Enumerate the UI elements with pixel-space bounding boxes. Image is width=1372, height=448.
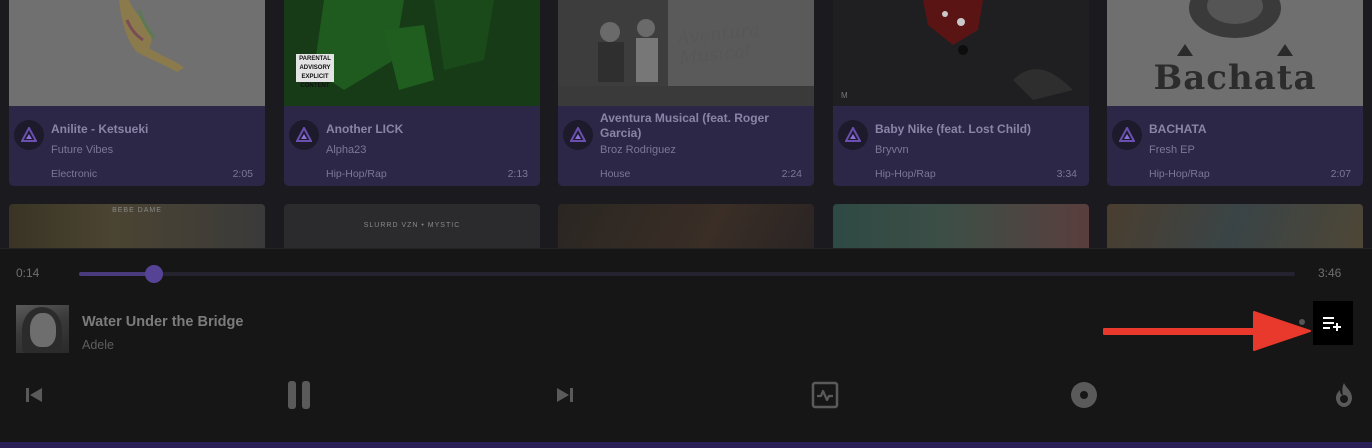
album-art-badge: M (841, 91, 848, 100)
track-artist[interactable]: Bryvvn (875, 144, 909, 156)
artist-avatar (1112, 120, 1142, 150)
album-art (9, 0, 265, 106)
annotation-arrow (1103, 311, 1311, 351)
track-title[interactable]: Another LICK (326, 122, 531, 137)
cover-face (30, 313, 56, 347)
track-card[interactable]: M Baby Nike (feat. Lost Child) Bryvvn Hi… (833, 0, 1089, 186)
elapsed-time: 0:14 (16, 266, 40, 280)
track-genre: Electronic (51, 168, 98, 180)
track-card[interactable]: Aventura Musical Aventura Musical (feat.… (558, 0, 814, 186)
add-to-queue-button[interactable] (1313, 301, 1353, 345)
track-duration: 2:24 (781, 168, 802, 180)
track-info: Anilite - Ketsueki Future Vibes Electron… (9, 106, 265, 186)
track-duration: 2:05 (232, 168, 253, 180)
track-artist[interactable]: Fresh EP (1149, 144, 1195, 156)
album-art-text: Bachata (1153, 58, 1317, 98)
track-card-partial[interactable]: SLURRD VZN • MYSTIC (284, 204, 540, 248)
seek-bar[interactable] (79, 265, 1295, 283)
track-artist[interactable]: Future Vibes (51, 144, 113, 156)
artist-avatar (14, 120, 44, 150)
track-info: Another LICK Alpha23 Hip-Hop/Rap 2:13 (284, 106, 540, 186)
playlist-add-icon (1323, 317, 1341, 331)
pause-button[interactable] (282, 377, 316, 413)
track-info: BACHATA Fresh EP Hip-Hop/Rap 2:07 (1107, 106, 1363, 186)
activity-button[interactable] (810, 377, 840, 413)
now-playing-title[interactable]: Water Under the Bridge (82, 314, 243, 330)
activity-pulse-icon (811, 381, 839, 409)
track-duration: 2:07 (1330, 168, 1351, 180)
artist-avatar (289, 120, 319, 150)
track-grid: Anilite - Ketsueki Future Vibes Electron… (0, 0, 1372, 248)
track-artist[interactable]: Broz Rodriguez (600, 144, 676, 156)
player-bar: 0:14 3:46 Water Under the Bridge Adele (0, 248, 1372, 448)
track-genre: Hip-Hop/Rap (1149, 168, 1210, 180)
album-art-text: SLURRD VZN • MYSTIC (363, 222, 461, 229)
track-card[interactable]: PARENTAL ADVISORY EXPLICIT CONTENT Anoth… (284, 0, 540, 186)
album-art-text: BEBE DAME (112, 207, 162, 214)
album-art: PARENTAL ADVISORY EXPLICIT CONTENT (284, 0, 540, 106)
skip-next-icon (557, 388, 573, 402)
track-artist[interactable]: Alpha23 (326, 144, 366, 156)
artist-avatar (563, 120, 593, 150)
track-genre: House (600, 168, 631, 180)
flame-icon (1336, 383, 1352, 407)
previous-button[interactable] (20, 377, 48, 413)
pause-icon (288, 381, 310, 409)
track-duration: 2:13 (507, 168, 528, 180)
skip-previous-icon (26, 388, 42, 402)
track-duration: 3:34 (1056, 168, 1077, 180)
disc-icon (1071, 382, 1097, 408)
seek-bar-thumb[interactable] (145, 265, 164, 283)
next-button[interactable] (551, 377, 579, 413)
total-time: 3:46 (1318, 266, 1342, 280)
track-card-partial[interactable] (558, 204, 814, 248)
track-genre: Hip-Hop/Rap (875, 168, 936, 180)
track-card[interactable]: Bachata BACHATA Fresh EP Hip-Hop/Rap 2:0… (1107, 0, 1363, 186)
flame-button[interactable] (1330, 377, 1358, 413)
album-art: M (833, 0, 1089, 106)
now-playing-artist[interactable]: Adele (82, 338, 114, 352)
track-title[interactable]: Aventura Musical (feat. Roger Garcia) (600, 111, 805, 141)
disc-button[interactable] (1068, 377, 1100, 413)
track-card[interactable]: Anilite - Ketsueki Future Vibes Electron… (9, 0, 265, 186)
parental-advisory-label: PARENTAL ADVISORY EXPLICIT CONTENT (296, 54, 334, 89)
track-info: Baby Nike (feat. Lost Child) Bryvvn Hip-… (833, 106, 1089, 186)
album-art: Bachata (1107, 0, 1363, 106)
seek-bar-fill (79, 272, 155, 276)
track-title[interactable]: Anilite - Ketsueki (51, 122, 256, 137)
track-card-partial[interactable] (833, 204, 1089, 248)
bottom-accent-strip (0, 442, 1372, 448)
track-card-partial[interactable]: BEBE DAME (9, 204, 265, 248)
track-title[interactable]: Baby Nike (feat. Lost Child) (875, 122, 1080, 137)
track-card-partial[interactable] (1107, 204, 1363, 248)
track-info: Aventura Musical (feat. Roger Garcia) Br… (558, 106, 814, 186)
artist-avatar (838, 120, 868, 150)
track-genre: Hip-Hop/Rap (326, 168, 387, 180)
track-title[interactable]: BACHATA (1149, 122, 1354, 137)
now-playing-cover[interactable] (16, 305, 69, 353)
album-art: Aventura Musical (558, 0, 814, 106)
